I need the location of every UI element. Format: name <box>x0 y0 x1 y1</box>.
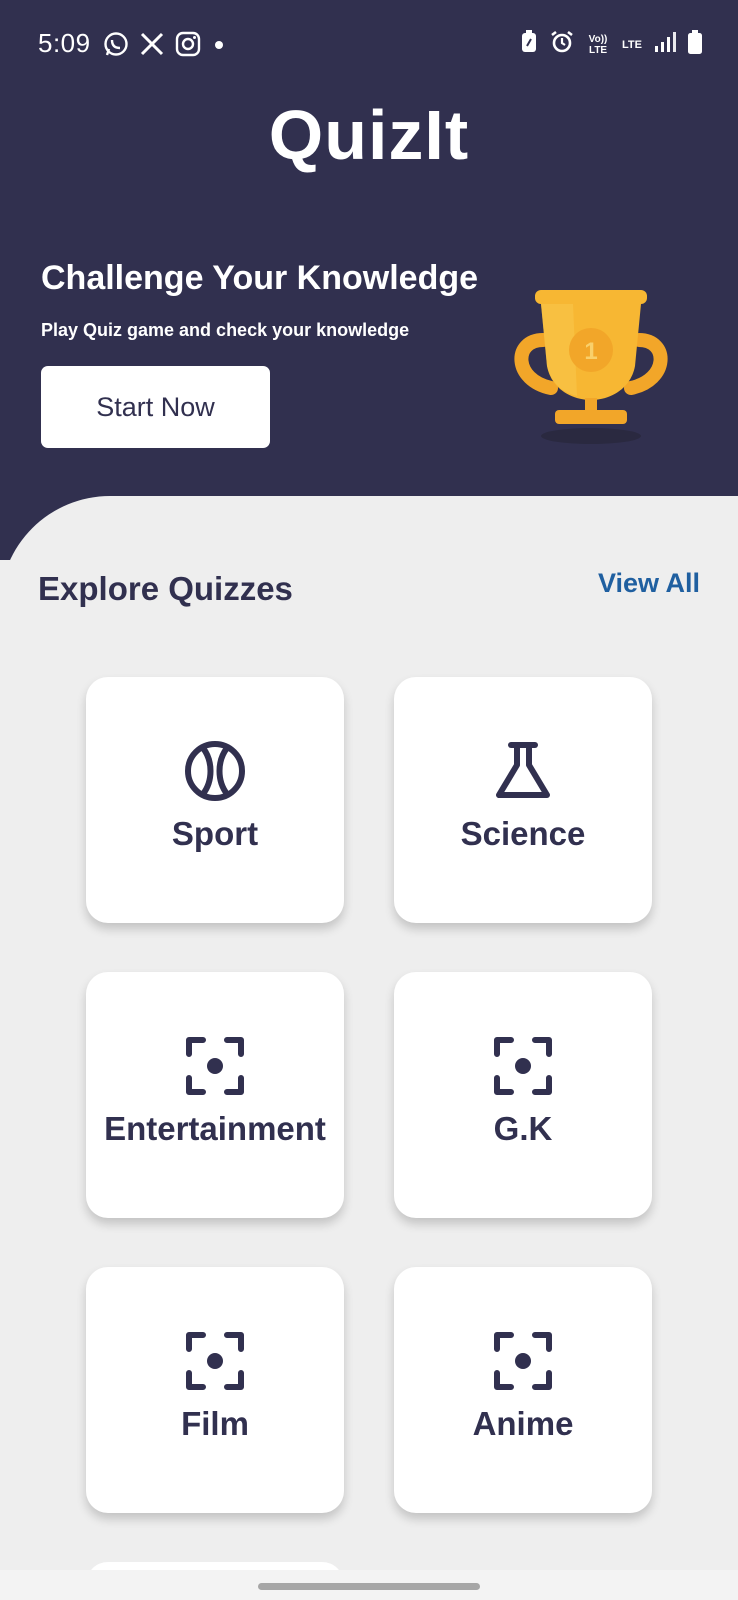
start-now-button[interactable]: Start Now <box>41 366 270 448</box>
flask-icon <box>491 739 555 803</box>
category-card-gk[interactable]: G.K <box>394 972 652 1218</box>
dot-icon <box>211 31 227 62</box>
status-bar: 5:09 Vo)) LTE LTE <box>0 0 738 80</box>
focus-icon <box>183 1329 247 1393</box>
volte-icon: Vo)) LTE <box>588 33 608 56</box>
trophy-icon: 1 <box>507 288 675 448</box>
lte-icon: LTE <box>622 38 642 51</box>
category-card-sport[interactable]: Sport <box>86 677 344 923</box>
focus-icon <box>183 1034 247 1098</box>
instagram-icon <box>175 31 201 62</box>
hero-subtitle: Play Quiz game and check your knowledge <box>41 320 410 340</box>
category-card-anime[interactable]: Anime <box>394 1267 652 1513</box>
category-label: Science <box>460 815 586 852</box>
battery-saver-icon <box>520 30 538 59</box>
hero-title: Challenge Your Knowledge <box>41 259 479 297</box>
home-gesture-handle[interactable] <box>258 1583 480 1590</box>
category-label: Sport <box>171 815 259 852</box>
category-card-film[interactable]: Film <box>86 1267 344 1513</box>
category-label: Entertainment <box>104 1110 326 1147</box>
focus-icon <box>491 1034 555 1098</box>
x-icon <box>139 31 165 62</box>
battery-icon <box>688 30 702 59</box>
focus-icon <box>491 1329 555 1393</box>
explore-quizzes-title: Explore Quizzes <box>38 570 293 607</box>
app-title: QuizIt <box>268 96 470 174</box>
category-label: Anime <box>472 1405 574 1442</box>
view-all-link[interactable]: View All <box>598 568 700 599</box>
alarm-icon <box>550 30 574 59</box>
category-card-science[interactable]: Science <box>394 677 652 923</box>
signal-icon <box>654 31 676 58</box>
category-card-entertainment[interactable]: Entertainment <box>86 972 344 1218</box>
status-time: 5:09 <box>38 28 91 58</box>
category-label: Film <box>181 1405 249 1442</box>
category-label: G.K <box>493 1110 553 1147</box>
whatsapp-icon <box>103 31 129 62</box>
svg-text:1: 1 <box>584 338 597 365</box>
baseball-icon <box>183 739 247 803</box>
